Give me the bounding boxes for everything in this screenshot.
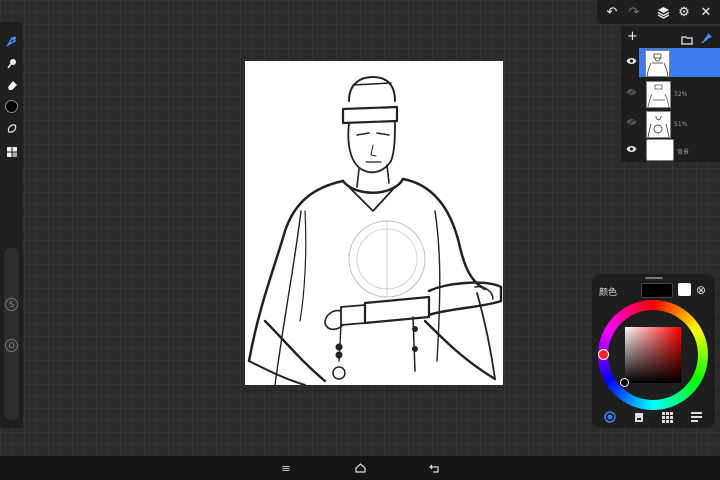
back-button[interactable] bbox=[427, 461, 441, 475]
palette-tab[interactable] bbox=[632, 410, 646, 424]
eye-icon bbox=[626, 58, 636, 64]
layer-row-1[interactable] bbox=[639, 48, 720, 77]
eye-hidden-icon bbox=[626, 88, 636, 96]
current-color-swatch bbox=[5, 100, 18, 113]
home-button[interactable] bbox=[353, 461, 367, 475]
color-wheel-icon bbox=[604, 411, 616, 423]
current-color-preview[interactable] bbox=[641, 283, 673, 298]
brush-tool-button[interactable] bbox=[2, 31, 21, 50]
top-toolbar: ↶ ↷ ⚙ ✕ bbox=[597, 0, 720, 24]
layer-folder-button[interactable] bbox=[681, 30, 693, 45]
close-color-panel-button[interactable]: ⊗ bbox=[696, 283, 706, 297]
layer-2-visibility-toggle[interactable] bbox=[625, 88, 637, 100]
sketch-artwork bbox=[247, 76, 503, 385]
color-selector[interactable] bbox=[620, 378, 629, 387]
layers-button[interactable] bbox=[654, 3, 672, 21]
grid-dots-icon bbox=[661, 411, 673, 423]
drawing-canvas[interactable] bbox=[245, 61, 503, 385]
layers-icon bbox=[657, 6, 669, 19]
size-slider[interactable]: S O bbox=[4, 248, 19, 420]
layer-row-background[interactable]: 背景 bbox=[621, 136, 720, 165]
back-icon bbox=[428, 464, 439, 473]
layer-3-opacity: 51% bbox=[674, 121, 688, 128]
color-wheel[interactable] bbox=[598, 300, 708, 410]
eye-icon bbox=[626, 146, 636, 152]
color-tool-button[interactable] bbox=[2, 97, 21, 116]
lasso-tool-button[interactable] bbox=[2, 119, 21, 138]
layers-panel: + 32% 51% 背景 bbox=[621, 26, 720, 162]
left-toolbar: S O bbox=[0, 22, 23, 428]
smudge-tool-button[interactable] bbox=[2, 53, 21, 72]
transform-tool-button[interactable] bbox=[2, 142, 21, 161]
eraser-icon bbox=[7, 80, 17, 90]
eye-hidden-icon bbox=[626, 118, 636, 126]
system-navigation-bar: ≡ bbox=[0, 456, 720, 480]
background-layer-name: 背景 bbox=[677, 149, 690, 156]
background-visibility-toggle[interactable] bbox=[625, 145, 637, 157]
brush-icon bbox=[5, 36, 16, 47]
layer-thumbnail bbox=[645, 50, 670, 77]
background-thumbnail bbox=[646, 139, 674, 161]
folder-icon bbox=[681, 36, 693, 45]
pin-button[interactable] bbox=[701, 29, 713, 44]
menu-button[interactable]: ≡ bbox=[279, 461, 293, 475]
layer-2-opacity: 32% bbox=[674, 91, 688, 98]
color-sliders-tab[interactable] bbox=[689, 410, 703, 424]
color-panel-label: 颜色 bbox=[599, 288, 618, 298]
opacity-slider-knob[interactable]: O bbox=[5, 339, 18, 352]
layer-1-visibility-toggle[interactable] bbox=[625, 57, 637, 69]
layer-thumbnail bbox=[646, 111, 671, 138]
pin-icon bbox=[701, 33, 712, 44]
eraser-tool-button[interactable] bbox=[2, 75, 21, 94]
home-icon bbox=[354, 463, 366, 473]
saturation-value-square[interactable] bbox=[625, 327, 681, 383]
layer-row-3[interactable]: 51% bbox=[621, 109, 720, 138]
layer-thumbnail bbox=[646, 81, 671, 108]
layer-row-2[interactable]: 32% bbox=[621, 79, 720, 108]
grid-icon bbox=[6, 146, 17, 157]
close-icon: ✕ bbox=[700, 4, 712, 20]
undo-button[interactable]: ↶ bbox=[603, 3, 621, 21]
menu-icon: ≡ bbox=[281, 461, 291, 475]
hue-selector[interactable] bbox=[598, 349, 609, 360]
list-icon bbox=[690, 412, 702, 422]
add-layer-button[interactable]: + bbox=[627, 29, 638, 44]
size-slider-knob[interactable]: S bbox=[5, 298, 18, 311]
smudge-icon bbox=[6, 58, 16, 68]
panel-drag-handle[interactable] bbox=[645, 277, 663, 279]
secondary-color-preview[interactable] bbox=[678, 283, 691, 296]
swatch-grid-tab[interactable] bbox=[660, 410, 674, 424]
close-circle-icon: ⊗ bbox=[696, 283, 707, 297]
lasso-icon bbox=[7, 123, 16, 133]
book-icon bbox=[635, 412, 643, 422]
gear-icon: ⚙ bbox=[678, 4, 690, 20]
close-button[interactable]: ✕ bbox=[697, 3, 715, 21]
color-panel: 颜色 ⊗ bbox=[592, 274, 715, 428]
color-wheel-tab[interactable] bbox=[603, 410, 617, 424]
settings-button[interactable]: ⚙ bbox=[675, 3, 693, 21]
layer-3-visibility-toggle[interactable] bbox=[625, 118, 637, 130]
redo-button[interactable]: ↷ bbox=[625, 3, 643, 21]
